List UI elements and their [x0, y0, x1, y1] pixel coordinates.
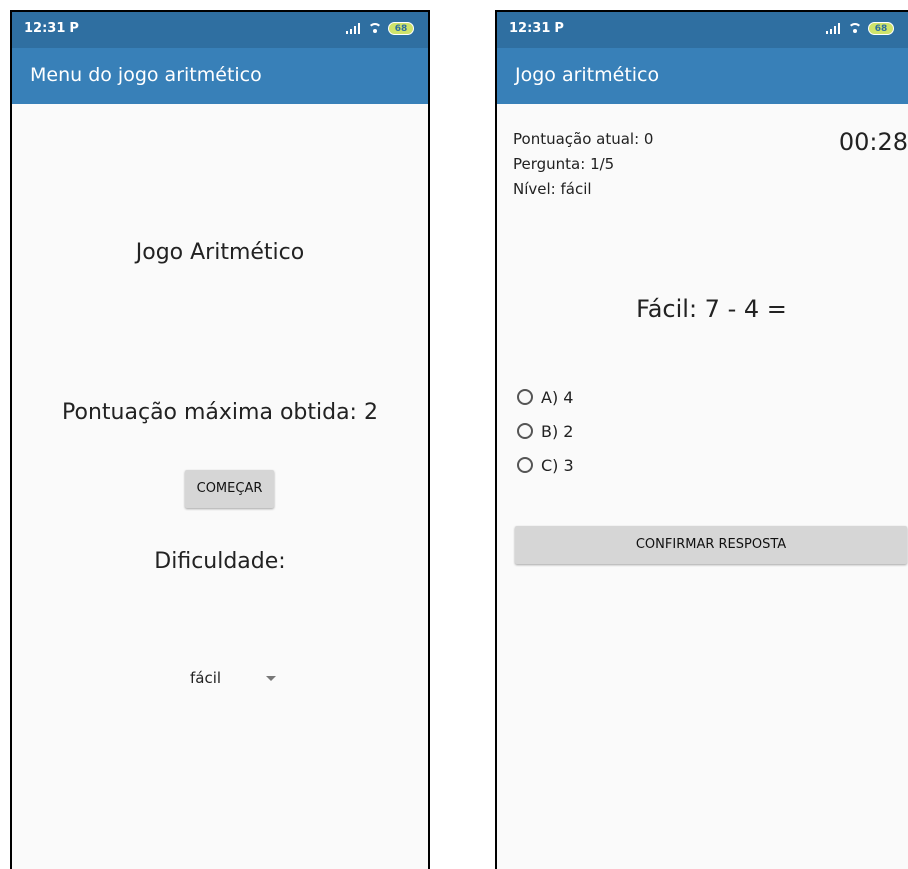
- timer: 00:28: [838, 128, 908, 156]
- high-score-label: Pontuação máxima obtida: 2: [62, 400, 378, 425]
- difficulty-label: Dificuldade:: [154, 549, 286, 574]
- notification-p-icon: P: [554, 21, 564, 36]
- app-bar: Jogo aritmético: [497, 48, 908, 104]
- game-screen: 12:31 P 68 Jogo aritmético Pontuação atua…: [495, 10, 908, 869]
- answer-option-a[interactable]: A) 4: [517, 385, 573, 409]
- app-title: Jogo aritmético: [515, 64, 660, 86]
- status-time: 12:31 P: [509, 21, 564, 36]
- question-text: Fácil: 7 - 4 =: [636, 295, 787, 323]
- wifi-icon: [368, 22, 382, 35]
- answer-option-c[interactable]: C) 3: [517, 453, 574, 477]
- answer-option-label: B) 2: [541, 421, 574, 441]
- app-bar: Menu do jogo aritmético: [12, 48, 428, 104]
- status-bar: 12:31 P 68: [12, 12, 428, 48]
- battery-icon: 68: [868, 22, 894, 35]
- question-counter-label: Pergunta: 1/5: [513, 155, 615, 173]
- signal-icon: [346, 23, 362, 34]
- difficulty-selected-value: fácil: [190, 669, 222, 687]
- start-button[interactable]: COMEÇAR: [185, 470, 274, 508]
- current-score-label: Pontuação atual: 0: [513, 130, 654, 148]
- app-title: Menu do jogo aritmético: [30, 64, 262, 86]
- difficulty-dropdown[interactable]: fácil: [190, 664, 300, 694]
- radio-button-icon[interactable]: [517, 457, 533, 473]
- answer-option-label: A) 4: [541, 387, 574, 407]
- battery-icon: 68: [388, 22, 414, 35]
- radio-button-icon[interactable]: [517, 389, 533, 405]
- menu-screen: 12:31 P 68 Menu do jogo aritmético Jogo A…: [10, 10, 430, 869]
- level-label: Nível: fácil: [513, 180, 592, 198]
- answer-option-b[interactable]: B) 2: [517, 419, 573, 443]
- wifi-icon: [848, 22, 862, 35]
- status-bar: 12:31 P 68: [497, 12, 908, 48]
- game-title: Jogo Aritmético: [135, 240, 305, 265]
- confirm-answer-button[interactable]: CONFIRMAR RESPOSTA: [515, 526, 907, 564]
- answer-option-label: C) 3: [541, 455, 574, 475]
- signal-icon: [826, 23, 842, 34]
- status-time: 12:31 P: [24, 21, 79, 36]
- radio-button-icon[interactable]: [517, 423, 533, 439]
- dropdown-arrow-icon: [266, 676, 276, 681]
- notification-p-icon: P: [69, 21, 79, 36]
